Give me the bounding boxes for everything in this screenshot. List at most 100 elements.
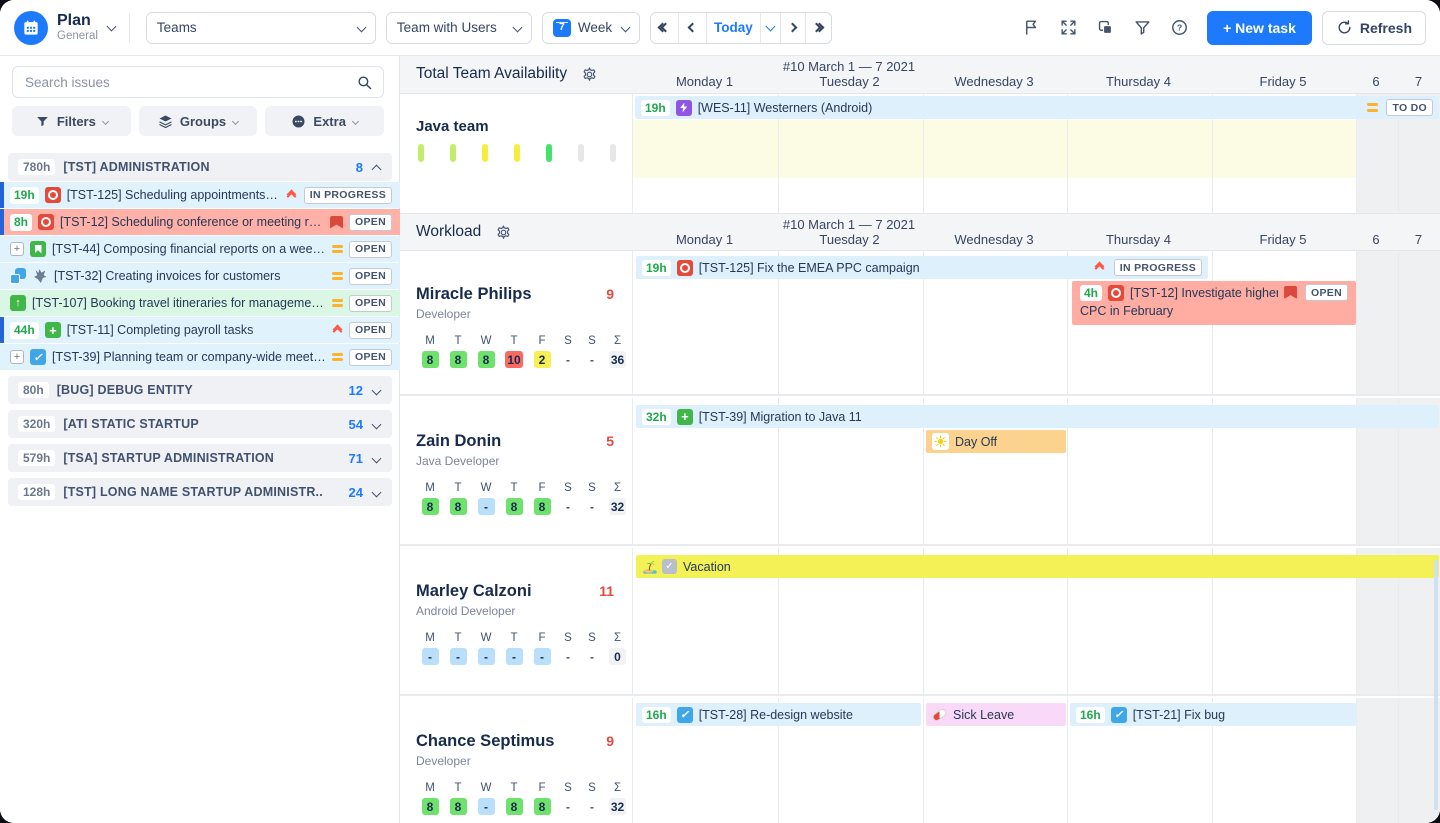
day-header-tuesday: Tuesday 2: [777, 74, 922, 89]
person-role: Java Developer: [416, 454, 632, 468]
day-off-bar[interactable]: Day Off: [926, 430, 1066, 453]
page-title: Plan: [57, 13, 98, 30]
day-letter: S: [588, 335, 596, 347]
story-issue-icon: [30, 241, 46, 257]
task-row-tst-44[interactable]: [TST-44] Composing financial reports on …: [0, 236, 400, 262]
pill-icon: [931, 707, 948, 722]
status-badge: TO DO: [1386, 99, 1433, 116]
task-row-tst-11[interactable]: 44h [TST-11] Completing payroll tasks OP…: [0, 317, 400, 343]
group-row-ati-static-startup[interactable]: 320h [ATI STATIC STARTUP 54: [8, 410, 392, 438]
workload-cell: -: [560, 498, 577, 515]
new-task-button[interactable]: + New task: [1207, 11, 1312, 45]
day-letter: T: [454, 782, 461, 794]
day-letter: F: [538, 482, 545, 494]
filter-icon[interactable]: [1132, 18, 1152, 38]
task-bar-tst-21[interactable]: 16h [TST-21] Fix bug: [1070, 703, 1356, 726]
search-input[interactable]: [23, 74, 356, 91]
availability-bar: [578, 144, 584, 162]
filters-button[interactable]: Filters: [12, 106, 131, 136]
expand-icon[interactable]: [10, 242, 24, 256]
day-letter: F: [538, 335, 545, 347]
workload-hours-cells: -------0: [416, 648, 632, 665]
task-bar-tst-12[interactable]: 4h [TST-12] Investigate higher OPEN CPC …: [1072, 281, 1356, 325]
person-name[interactable]: Marley Calzoni: [416, 582, 532, 601]
prev-fast-button[interactable]: [651, 13, 679, 43]
gear-icon[interactable]: [581, 66, 598, 83]
week-label: #10 March 1 — 7 2021: [783, 217, 915, 232]
refresh-button[interactable]: Refresh: [1322, 11, 1426, 45]
team-with-users-select[interactable]: Team with Users: [386, 12, 532, 44]
day-header-friday: Friday 5: [1211, 232, 1355, 247]
next-fast-button[interactable]: [806, 13, 831, 43]
person-row-zain-donin: Zain Donin 5 Java Developer MTWTFSSΣ 88-…: [400, 398, 1440, 546]
person-calendar[interactable]: 19h [TST-125] Fix the EMEA PPC campaign …: [632, 251, 1440, 394]
day-letter: S: [564, 782, 572, 794]
next-button[interactable]: [781, 13, 806, 43]
day-letter: M: [425, 632, 435, 644]
day-letter: M: [425, 335, 435, 347]
person-name[interactable]: Zain Donin: [416, 432, 501, 451]
person-calendar[interactable]: 16h [TST-28] Re-design website Sick Leav…: [632, 698, 1440, 823]
date-navigation: Today: [650, 12, 832, 44]
workload-cell: -: [584, 648, 601, 665]
week-zoom-select[interactable]: 7 Week: [542, 12, 640, 44]
workload-cell: -: [478, 498, 495, 515]
duplicate-icon[interactable]: [1095, 18, 1115, 38]
group-row-tsa-startup-administration[interactable]: 579h [TSA] STARTUP ADMINISTRATION 71: [8, 444, 392, 472]
search-icon[interactable]: [356, 74, 373, 91]
vacation-bar[interactable]: Vacation: [636, 555, 1439, 578]
person-name[interactable]: Miracle Philips: [416, 285, 532, 304]
task-bar-tst-28[interactable]: 16h [TST-28] Re-design website: [636, 703, 921, 726]
day-header-wednesday: Wednesday 3: [922, 232, 1066, 247]
workload-cell: -: [422, 648, 439, 665]
day-header-monday: Monday 1: [632, 74, 777, 89]
flag-icon[interactable]: [1021, 18, 1041, 38]
task-bar-wes-11[interactable]: 19h [WES-11] Westerners (Android) TO DO: [635, 96, 1439, 119]
chevron-down-icon: [372, 419, 382, 429]
plan-switcher-chevron-icon[interactable]: [106, 21, 116, 31]
sun-icon: [932, 433, 949, 450]
day-letter: S: [588, 782, 596, 794]
team-availability-bars: [418, 144, 616, 162]
group-row-tst-administration[interactable]: 780h [TST] ADMINISTRATION 8: [8, 153, 392, 181]
person-calendar[interactable]: 32h [TST-39] Migration to Java 11 Day Of…: [632, 398, 1440, 544]
prev-button[interactable]: [679, 13, 707, 43]
extra-button[interactable]: Extra: [265, 106, 384, 136]
person-name[interactable]: Chance Septimus: [416, 732, 554, 751]
app-logo-calendar-icon[interactable]: [14, 11, 48, 45]
workload-cell: -: [560, 648, 577, 665]
vertical-scrollbar[interactable]: [1434, 560, 1438, 810]
sick-leave-bar[interactable]: Sick Leave: [926, 703, 1066, 726]
workload-day-letters: MTWTFSSΣ: [416, 335, 632, 347]
group-row-tst-long-name[interactable]: 128h [TST] LONG NAME STARTUP ADMINISTR..…: [8, 478, 392, 506]
sidebar-filter-buttons: Filters Groups Extra: [12, 106, 384, 136]
task-row-tst-107[interactable]: [TST-107] Booking travel itineraries for…: [0, 290, 400, 316]
filter-funnel-icon: [35, 114, 50, 129]
gear-icon[interactable]: [495, 224, 512, 241]
layers-icon: [158, 114, 173, 129]
task-row-tst-32[interactable]: [TST-32] Creating invoices for customers…: [0, 263, 400, 289]
fullscreen-icon[interactable]: [1058, 18, 1078, 38]
groups-button[interactable]: Groups: [139, 106, 258, 136]
workload-cell: 8: [534, 798, 551, 815]
status-badge: OPEN: [349, 295, 392, 312]
task-bar-tst-125[interactable]: 19h [TST-125] Fix the EMEA PPC campaign …: [636, 256, 1208, 279]
week-label: #10 March 1 — 7 2021: [783, 59, 915, 74]
priority-medium-icon: [1367, 103, 1378, 112]
task-row-tst-39[interactable]: [TST-39] Planning team or company-wide m…: [0, 344, 400, 370]
group-row-bug-debug-entity[interactable]: 80h [BUG] DEBUG ENTITY 12: [8, 376, 392, 404]
help-icon[interactable]: ?: [1169, 18, 1189, 38]
task-row-tst-125[interactable]: 19h [TST-125] Scheduling appointments fo…: [0, 182, 400, 208]
expand-icon[interactable]: [10, 350, 24, 364]
today-dropdown-chevron-icon[interactable]: [761, 13, 781, 43]
today-button[interactable]: Today: [707, 13, 761, 43]
teams-select[interactable]: Teams: [146, 12, 376, 44]
day-letter: F: [538, 782, 545, 794]
priority-medium-icon: [332, 272, 343, 281]
workload-header: Workload #10 March 1 — 7 2021 Monday 1 T…: [400, 213, 1440, 251]
person-calendar[interactable]: Vacation: [632, 548, 1440, 694]
task-bar-tst-39[interactable]: 32h [TST-39] Migration to Java 11: [636, 405, 1439, 428]
topbar-actions: ? + New task Refresh: [1004, 11, 1426, 45]
availability-calendar[interactable]: 19h [WES-11] Westerners (Android) TO DO: [632, 94, 1440, 213]
task-row-tst-12[interactable]: 8h [TST-12] Scheduling conference or mee…: [0, 209, 400, 235]
